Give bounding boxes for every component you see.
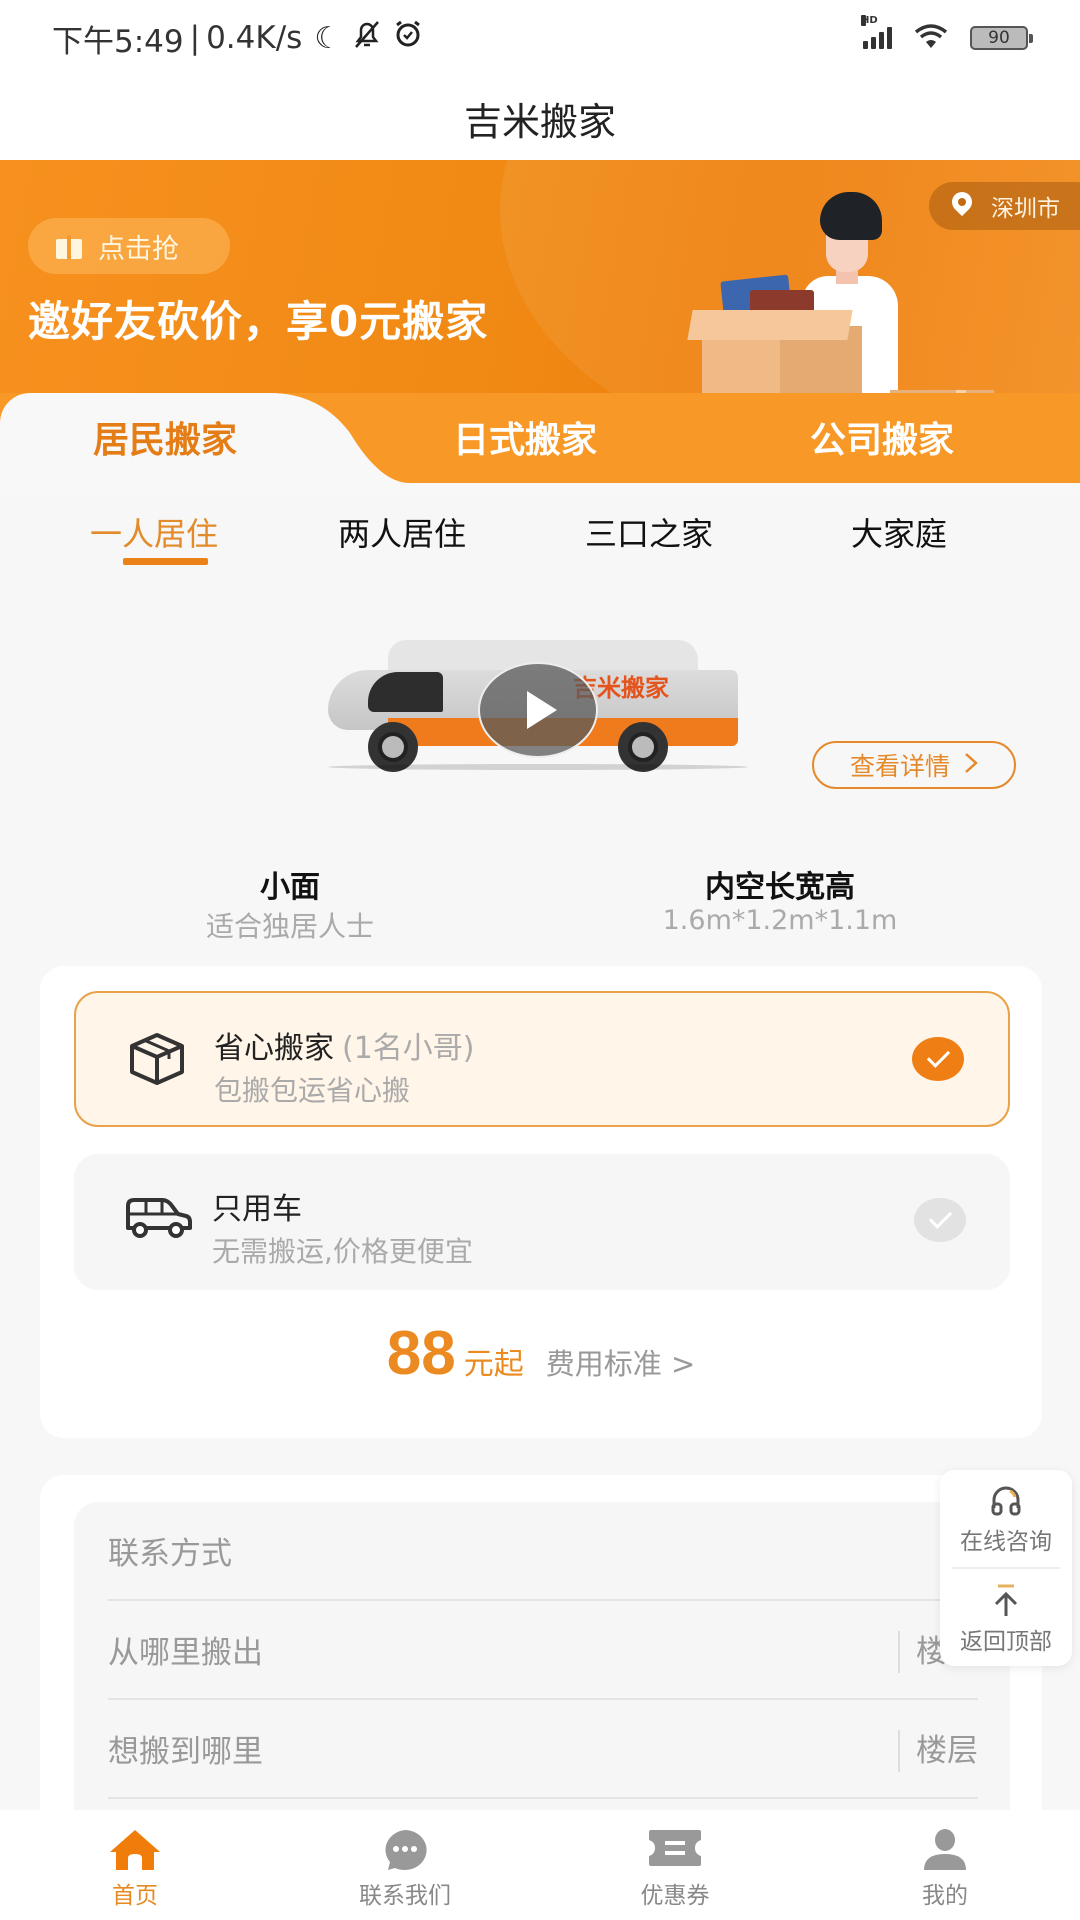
tab-family-of-three[interactable]: 三口之家 (585, 509, 713, 555)
active-tab-indicator (123, 558, 208, 565)
option-subtitle: 包搬包运省心搬 (214, 1074, 411, 1107)
location-pin-icon (951, 192, 973, 220)
status-time: 下午5:49 (52, 23, 184, 60)
move-to-field[interactable]: 想搬到哪里 楼层 (108, 1700, 978, 1799)
view-details-button[interactable]: 查看详情 (812, 741, 1016, 789)
app-title-bar: 吉米搬家 (0, 76, 1080, 160)
bell-off-icon (353, 19, 381, 57)
alarm-icon (393, 19, 423, 57)
vehicle-type-description: 适合独居人士 (205, 910, 374, 943)
user-icon (922, 1828, 968, 1876)
divider (952, 1567, 1060, 1569)
vehicle-type: 小面 (260, 870, 320, 905)
back-to-top-label: 返回顶部 (960, 1629, 1052, 1655)
tab-strip (0, 483, 1080, 497)
service-card: 省心搬家 (1名小哥) 包搬包运省心搬 只用车 无需搬运,价格更便宜 88 元起 … (40, 966, 1042, 1438)
wifi-icon (914, 23, 948, 53)
nav-contact-us[interactable]: 联系我们 (270, 1810, 540, 1920)
battery-level: 90 (988, 28, 1010, 48)
banner-headline: 邀好友砍价，享0元搬家 (28, 297, 489, 346)
option-title: 省心搬家 (1名小哥) (214, 1023, 475, 1067)
nav-coupons-label: 优惠券 (640, 1883, 710, 1909)
nav-contact-label: 联系我们 (359, 1883, 451, 1909)
home-icon (108, 1828, 162, 1876)
price-row: 88 元起 费用标准 > (40, 1318, 1042, 1389)
status-left: 下午5:49 | 0.4K/s ☾ (52, 16, 423, 61)
tab-japanese-moving[interactable]: 日式搬家 (453, 411, 597, 463)
arrow-up-icon (940, 1582, 1072, 1622)
option-subtitle: 无需搬运,价格更便宜 (212, 1235, 473, 1268)
network-speed: 0.4K/s (206, 20, 303, 56)
household-tabs: 一人居住 两人居住 三口之家 大家庭 (0, 497, 1080, 577)
contact-placeholder: 联系方式 (108, 1536, 232, 1572)
nav-profile-label: 我的 (922, 1883, 968, 1909)
city-selector[interactable]: 深圳市 (929, 182, 1080, 230)
option-title-text: 省心搬家 (214, 1031, 334, 1066)
city-name: 深圳市 (991, 196, 1060, 222)
option-title: 只用车 (212, 1184, 302, 1228)
move-from-placeholder: 从哪里搬出 (108, 1635, 263, 1671)
grab-button-label: 点击抢 (98, 233, 179, 265)
back-to-top-button[interactable]: 返回顶部 (940, 1582, 1072, 1656)
gift-icon (56, 233, 82, 259)
tab-residential-moving[interactable]: 居民搬家 (93, 411, 237, 463)
tab-single-person[interactable]: 一人居住 (90, 509, 218, 555)
chevron-right-icon: > (670, 1347, 696, 1381)
fee-standard-label: 费用标准 (545, 1347, 662, 1381)
status-right: HD 90 (861, 15, 1033, 53)
move-to-floor-select[interactable]: 楼层 (898, 1730, 978, 1772)
moon-icon: ☾ (314, 20, 342, 56)
move-from-field[interactable]: 从哪里搬出 楼层 (108, 1601, 978, 1700)
unchecked-icon[interactable] (914, 1198, 966, 1242)
bottom-navigation: 首页 联系我们 优惠券 我的 (0, 1810, 1080, 1920)
hd-signal-icon: HD (861, 15, 892, 49)
status-separator: | (189, 20, 201, 56)
nav-profile[interactable]: 我的 (810, 1810, 1080, 1920)
play-video-button[interactable] (478, 662, 598, 758)
service-option-full-moving[interactable]: 省心搬家 (1名小哥) 包搬包运省心搬 (74, 991, 1010, 1127)
coupon-icon (647, 1828, 703, 1872)
chat-icon (380, 1828, 430, 1876)
option-note: (1名小哥) (342, 1031, 475, 1066)
price-amount: 88 (386, 1319, 456, 1388)
car-icon (124, 1192, 192, 1248)
nav-home-label: 首页 (112, 1883, 158, 1909)
page-title: 吉米搬家 (463, 99, 616, 144)
headset-icon (940, 1482, 1072, 1522)
tab-large-family[interactable]: 大家庭 (851, 509, 947, 555)
dimension-label: 内空长宽高 (705, 870, 855, 905)
view-details-label: 查看详情 (849, 752, 950, 781)
checked-icon[interactable] (912, 1037, 964, 1081)
floating-action-panel: 在线咨询 返回顶部 (940, 1470, 1072, 1666)
form-fields: 联系方式 从哪里搬出 楼层 想搬到哪里 楼层 (74, 1502, 1010, 1820)
battery-icon: 90 (970, 26, 1033, 50)
contact-field[interactable]: 联系方式 (108, 1502, 978, 1601)
tab-two-persons[interactable]: 两人居住 (338, 509, 466, 555)
chevron-right-icon (964, 751, 978, 780)
category-tabs: 居民搬家 日式搬家 公司搬家 (0, 393, 1080, 483)
order-form-card: 联系方式 从哪里搬出 楼层 想搬到哪里 楼层 (40, 1475, 1042, 1820)
online-consult-button[interactable]: 在线咨询 (940, 1482, 1072, 1556)
nav-home[interactable]: 首页 (0, 1810, 270, 1920)
dimension-value: 1.6m*1.2m*1.1m (662, 905, 898, 936)
nav-coupons[interactable]: 优惠券 (540, 1810, 810, 1920)
service-option-vehicle-only[interactable]: 只用车 无需搬运,价格更便宜 (74, 1154, 1010, 1290)
fee-standard-link[interactable]: 费用标准 > (546, 1341, 696, 1383)
box-icon (126, 1031, 188, 1087)
move-to-placeholder: 想搬到哪里 (108, 1734, 263, 1770)
option-title-text: 只用车 (212, 1192, 302, 1227)
price-unit: 元起 (463, 1347, 524, 1382)
online-consult-label: 在线咨询 (960, 1529, 1052, 1555)
status-bar: 下午5:49 | 0.4K/s ☾ HD 90 (0, 0, 1080, 76)
tab-company-moving[interactable]: 公司搬家 (810, 411, 954, 463)
grab-coupon-button[interactable]: 点击抢 (28, 218, 230, 274)
